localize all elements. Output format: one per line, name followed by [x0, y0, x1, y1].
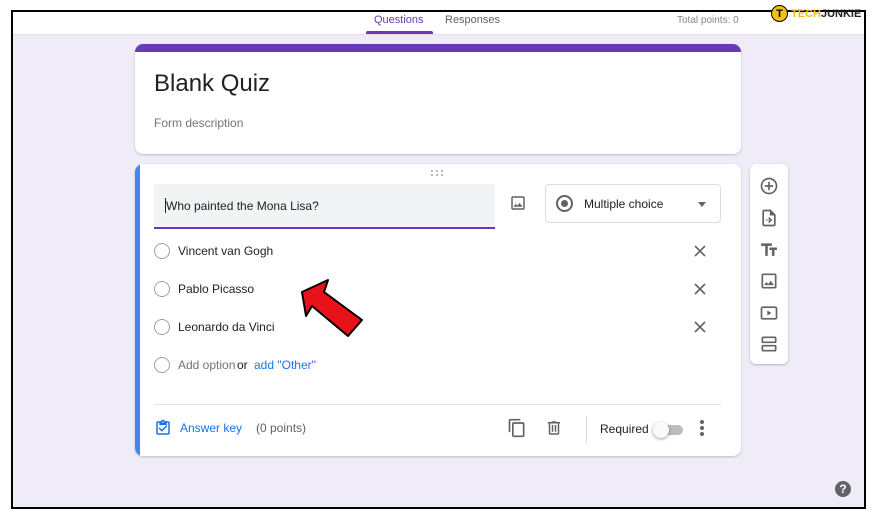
duplicate-icon[interactable]	[507, 418, 527, 438]
total-points: Total points: 0	[677, 15, 739, 26]
radio-circle-icon	[154, 319, 170, 335]
answer-key-button[interactable]: Answer key	[180, 421, 242, 435]
tab-responses[interactable]: Responses	[445, 14, 500, 26]
or-separator: or	[237, 358, 248, 372]
logo-tech: TECH	[791, 7, 821, 20]
add-option-row: Add option or add "Other"	[154, 354, 724, 378]
option-label[interactable]: Pablo Picasso	[178, 282, 254, 296]
question-title-input[interactable]: Who painted the Mona Lisa?	[154, 184, 495, 229]
dropdown-arrow-icon	[698, 202, 706, 207]
techjunkie-logo: T TECHJUNKIE	[771, 5, 861, 22]
points-label: (0 points)	[256, 421, 307, 435]
logo-wordmark: TECHJUNKIE	[791, 8, 861, 20]
app-frame: Questions Responses Total points: 0 Blan…	[11, 10, 866, 509]
add-title-icon[interactable]	[759, 240, 779, 260]
question-type-label: Multiple choice	[584, 197, 664, 211]
logo-junkie: JUNKIE	[820, 7, 862, 20]
help-icon[interactable]: ?	[835, 481, 851, 497]
add-other-link[interactable]: add "Other"	[254, 358, 316, 372]
option-label[interactable]: Leonardo da Vinci	[178, 320, 275, 334]
required-label: Required	[600, 422, 649, 436]
radio-circle-icon	[154, 281, 170, 297]
add-option-link[interactable]: Add option	[178, 358, 235, 372]
toggle-knob	[653, 422, 669, 438]
footer-divider	[154, 404, 721, 405]
answer-key-icon[interactable]	[154, 419, 172, 437]
form-title-card: Blank Quiz Form description	[135, 44, 741, 154]
drag-handle-icon[interactable]	[431, 170, 445, 178]
add-video-icon[interactable]	[759, 303, 779, 323]
radio-circle-icon	[154, 243, 170, 259]
footer-separator	[586, 416, 587, 442]
import-questions-icon[interactable]	[759, 208, 779, 228]
form-title[interactable]: Blank Quiz	[154, 70, 270, 98]
remove-option-icon[interactable]	[693, 282, 707, 296]
floating-toolbar	[750, 164, 788, 364]
question-type-dropdown[interactable]: Multiple choice	[545, 184, 721, 223]
add-image-icon[interactable]	[759, 271, 779, 291]
remove-option-icon[interactable]	[693, 320, 707, 334]
question-card: Who painted the Mona Lisa? Multiple choi…	[135, 164, 741, 456]
add-image-icon[interactable]	[509, 194, 527, 212]
add-section-icon[interactable]	[759, 334, 779, 354]
annotation-arrow-icon	[301, 279, 363, 337]
top-tab-bar: Questions Responses Total points: 0	[13, 12, 864, 35]
active-tab-indicator	[366, 31, 433, 34]
answer-option[interactable]: Pablo Picasso	[154, 278, 724, 302]
tab-questions[interactable]: Questions	[374, 14, 424, 26]
answer-option[interactable]: Vincent van Gogh	[154, 240, 724, 264]
form-description-field[interactable]: Form description	[154, 116, 243, 130]
title-card-accent	[135, 44, 741, 52]
option-label[interactable]: Vincent van Gogh	[178, 244, 273, 258]
remove-option-icon[interactable]	[693, 244, 707, 258]
active-question-indicator	[135, 164, 140, 456]
answer-option[interactable]: Leonardo da Vinci	[154, 316, 724, 340]
radio-circle-icon	[154, 357, 170, 373]
delete-icon[interactable]	[545, 418, 563, 438]
logo-badge: T	[771, 5, 788, 22]
required-toggle[interactable]	[653, 422, 684, 438]
radio-button-icon	[556, 195, 573, 212]
add-question-icon[interactable]	[759, 176, 779, 196]
more-options-icon[interactable]	[699, 420, 705, 436]
question-text: Who painted the Mona Lisa?	[166, 199, 319, 213]
